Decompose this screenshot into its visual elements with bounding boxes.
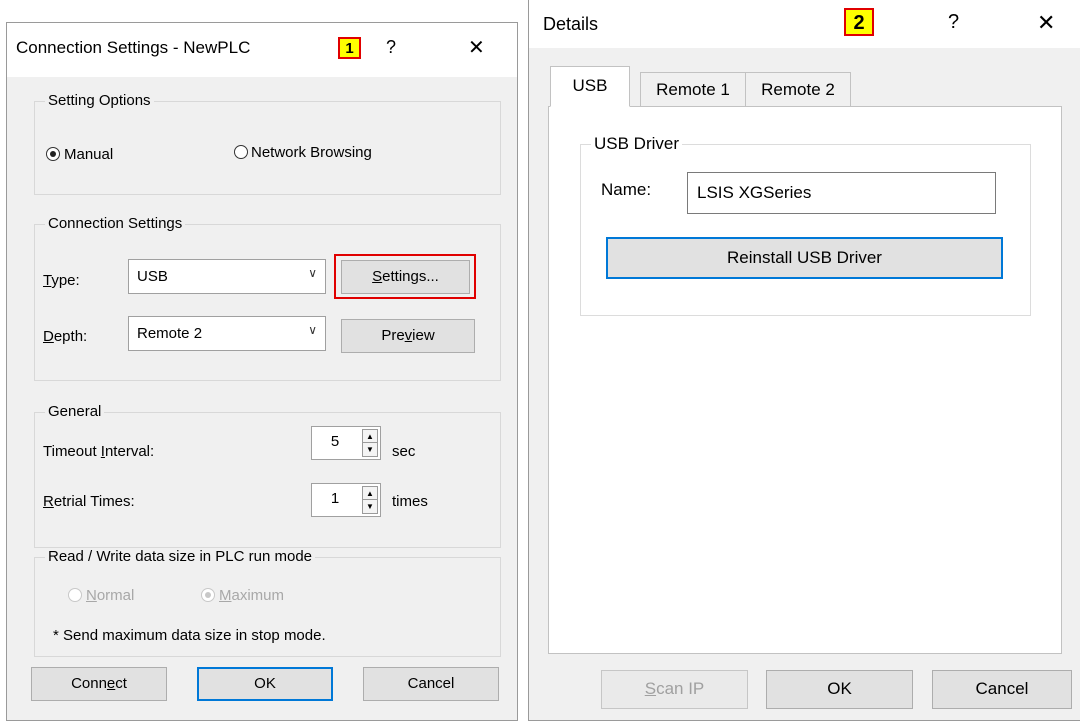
timeout-unit-label: sec xyxy=(392,443,416,460)
tab-remote-1[interactable]: Remote 1 xyxy=(640,72,746,107)
timeout-interval-spinner[interactable]: 5 ▲ ▼ xyxy=(311,426,381,460)
scan-ip-button: Scan IP xyxy=(601,670,748,709)
cancel-button[interactable]: Cancel xyxy=(932,670,1072,709)
group-label: USB Driver xyxy=(591,134,683,154)
annotation-badge: 1 xyxy=(338,37,361,59)
group-label: Setting Options xyxy=(45,92,154,109)
connect-button[interactable]: Connect xyxy=(31,667,167,701)
normal-radio[interactable] xyxy=(68,588,82,602)
spin-down-icon[interactable]: ▼ xyxy=(363,443,377,456)
retrial-times-spinner[interactable]: 1 ▲ ▼ xyxy=(311,483,381,517)
group-label: General xyxy=(45,403,105,420)
timeout-interval-label: Timeout Interval: xyxy=(43,443,155,460)
connection-settings-dialog: Connection Settings - NewPLC 1 ? ✕ Setti… xyxy=(6,22,518,721)
maximum-radio[interactable] xyxy=(201,588,215,602)
tab-remote-1-label: Remote 1 xyxy=(656,80,730,99)
type-select[interactable]: USB ∨ xyxy=(128,259,326,294)
tab-remote-2[interactable]: Remote 2 xyxy=(745,72,851,107)
group-label: Connection Settings xyxy=(45,215,186,232)
spinner-arrows[interactable]: ▲ ▼ xyxy=(362,486,378,514)
type-select-value: USB xyxy=(137,268,168,285)
normal-radio-label[interactable]: Normal xyxy=(86,587,134,604)
spinner-arrows[interactable]: ▲ ▼ xyxy=(362,429,378,457)
close-icon[interactable]: ✕ xyxy=(468,35,485,60)
driver-name-value: LSIS XGSeries xyxy=(697,183,812,202)
reinstall-usb-driver-button[interactable]: Reinstall USB Driver xyxy=(606,237,1003,279)
timeout-interval-value: 5 xyxy=(330,433,340,450)
dialog-title-bar: Details 2 ? ✕ xyxy=(529,0,1080,48)
depth-select-value: Remote 2 xyxy=(137,325,203,342)
close-icon[interactable]: ✕ xyxy=(1037,10,1055,36)
usb-tab-panel: USB Driver Name: LSIS XGSeries Reinstall… xyxy=(548,106,1062,654)
spin-up-icon[interactable]: ▲ xyxy=(363,487,377,500)
maximum-radio-label[interactable]: Maximum xyxy=(219,587,284,604)
tab-usb[interactable]: USB xyxy=(550,66,630,107)
stop-mode-note: * Send maximum data size in stop mode. xyxy=(53,627,326,644)
preview-button[interactable]: Preview xyxy=(341,319,475,353)
help-icon[interactable]: ? xyxy=(386,37,396,58)
manual-radio[interactable] xyxy=(46,147,60,161)
ok-button[interactable]: OK xyxy=(766,670,913,709)
depth-select[interactable]: Remote 2 ∨ xyxy=(128,316,326,351)
tab-remote-2-label: Remote 2 xyxy=(761,80,835,99)
group-label: Read / Write data size in PLC run mode xyxy=(45,548,316,565)
cancel-button[interactable]: Cancel xyxy=(363,667,499,701)
network-browsing-radio[interactable] xyxy=(234,145,248,159)
network-browsing-label[interactable]: Network Browsing xyxy=(251,144,372,161)
dialog-title-bar: Connection Settings - NewPLC 1 ? ✕ xyxy=(7,23,517,77)
spin-up-icon[interactable]: ▲ xyxy=(363,430,377,443)
driver-name-field[interactable]: LSIS XGSeries xyxy=(687,172,996,214)
tab-usb-label: USB xyxy=(572,76,608,95)
retrial-unit-label: times xyxy=(392,493,428,510)
name-label: Name: xyxy=(601,180,652,199)
dialog-title: Details xyxy=(543,14,599,34)
details-dialog: Details 2 ? ✕ USB Remote 1 Remote 2 USB … xyxy=(528,0,1080,721)
general-group: General xyxy=(34,403,501,548)
chevron-down-icon: ∨ xyxy=(308,323,317,337)
retrial-times-value: 1 xyxy=(330,490,340,507)
help-icon[interactable]: ? xyxy=(948,11,959,34)
dialog-title: Connection Settings - NewPLC xyxy=(16,38,251,57)
type-label: Type: xyxy=(43,272,80,289)
spin-down-icon[interactable]: ▼ xyxy=(363,500,377,513)
retrial-times-label: Retrial Times: xyxy=(43,493,135,510)
annotation-badge: 2 xyxy=(844,8,874,36)
depth-label: Depth: xyxy=(43,328,88,345)
ok-button[interactable]: OK xyxy=(197,667,333,701)
connection-settings-group: Connection Settings xyxy=(34,215,501,381)
chevron-down-icon: ∨ xyxy=(308,266,317,280)
usb-driver-group: USB Driver xyxy=(580,134,1031,316)
manual-radio-label[interactable]: Manual xyxy=(64,146,113,163)
settings-button[interactable]: Settings... xyxy=(341,260,470,294)
